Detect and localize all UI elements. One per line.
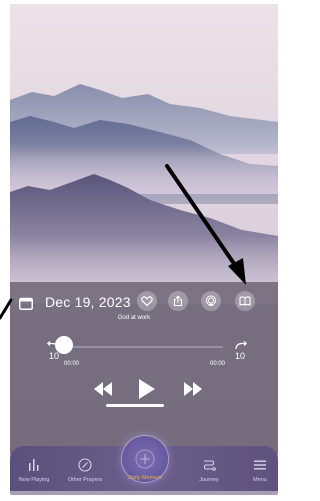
home-indicator [106,404,164,407]
menu-icon [254,460,266,470]
date-label[interactable]: Dec 19, 2023 [45,294,131,310]
forward-arrow-icon [235,341,248,350]
nav-label-daily-moment: Daily Moment [128,475,162,481]
skip-forward-seconds: 10 [234,351,245,361]
app-screen [10,4,278,495]
rewind-icon[interactable] [93,380,113,398]
heart-icon [141,296,153,307]
share-button[interactable] [168,291,188,311]
mountain-background-image [10,4,278,304]
nav-label: Other Prayers [67,477,103,483]
fast-forward-icon[interactable] [183,380,203,398]
compass-icon [78,458,92,472]
progress-track[interactable] [63,346,223,348]
cast-button[interactable] [201,291,221,311]
moment-icon [135,449,155,469]
progress-handle[interactable] [55,336,73,354]
nav-label: Menu [253,477,267,483]
nav-item-other-prayers[interactable]: Other Prayers [60,458,110,488]
date-row: Dec 19, 2023 [0,288,268,314]
nav-label: Journey [199,477,219,483]
nav-label: Now Playing [18,477,50,483]
nav-item-journey[interactable]: Journey [184,458,234,488]
remaining-time: 00:00 [210,361,226,367]
calendar-icon[interactable] [19,297,33,310]
share-icon [173,295,183,307]
prayer-title: God at work [117,315,151,321]
read-button[interactable] [235,291,255,311]
play-icon[interactable] [138,378,156,400]
elapsed-time: 00:00 [64,361,80,367]
bars-icon [29,459,39,471]
path-icon [203,460,216,471]
airplay-icon [206,295,216,306]
favorite-button[interactable] [137,291,157,311]
nav-item-now-playing[interactable]: Now Playing [9,458,59,488]
nav-item-menu[interactable]: Menu [235,458,285,488]
book-icon [239,296,251,306]
